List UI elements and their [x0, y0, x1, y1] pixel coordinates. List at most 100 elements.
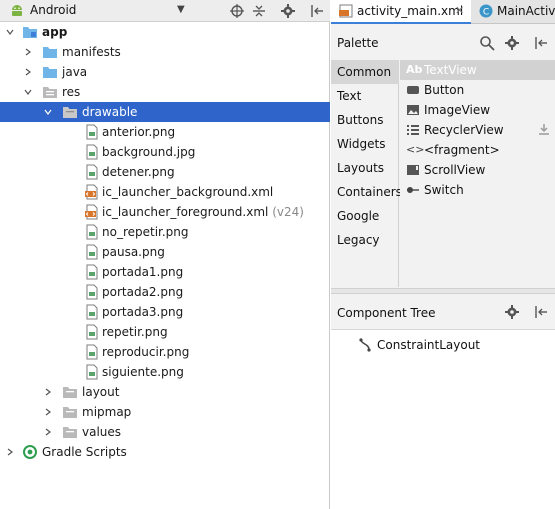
tree-node-drawable[interactable]: drawable: [0, 102, 330, 122]
png-file-icon: [86, 244, 98, 260]
png-file-icon: [86, 264, 98, 280]
component-tree: Component Tree ConstraintLayout: [331, 294, 555, 509]
hide-panel-icon[interactable]: [533, 35, 549, 51]
chevron-right-icon[interactable]: [24, 48, 32, 56]
tree-node-file[interactable]: portada2.png: [0, 282, 330, 302]
tree-node-file[interactable]: no_repetir.png: [0, 222, 330, 242]
palette-item-label: ImageView: [424, 103, 491, 117]
chevron-down-icon[interactable]: [6, 28, 14, 36]
tree-node-file[interactable]: anterior.png: [0, 122, 330, 142]
folder-icon: [63, 427, 77, 438]
tree-node-file[interactable]: siguiente.png: [0, 362, 330, 382]
project-view-selector[interactable]: Android: [30, 3, 76, 17]
module-folder-icon: [23, 27, 37, 38]
tree-label: res: [62, 85, 81, 99]
textview-icon: Ab: [406, 63, 423, 76]
tree-node-java[interactable]: java: [0, 62, 330, 82]
button-icon: [407, 86, 419, 94]
tree-node-file[interactable]: detener.png: [0, 162, 330, 182]
category-label: Text: [337, 89, 362, 103]
folder-icon: [63, 387, 77, 398]
palette-item-scrollview[interactable]: ScrollView: [400, 160, 555, 180]
chevron-down-icon[interactable]: ▼: [177, 4, 185, 15]
category-label: Common: [337, 65, 392, 79]
tree-node-gradle-scripts[interactable]: Gradle Scripts: [0, 442, 330, 462]
tab-label: MainActiv: [497, 4, 555, 18]
component-tree-title: Component Tree: [337, 306, 436, 320]
palette-item-textview[interactable]: Ab TextView: [400, 60, 555, 80]
gear-icon[interactable]: [505, 304, 521, 320]
palette-item-label: TextView: [424, 63, 477, 77]
tree-node-file[interactable]: repetir.png: [0, 322, 330, 342]
tree-label: layout: [82, 385, 120, 399]
tree-node-file[interactable]: portada1.png: [0, 262, 330, 282]
tree-node-file[interactable]: ic_launcher_background.xml: [0, 182, 330, 202]
folder-icon: [63, 407, 77, 418]
tree-node-mipmap[interactable]: mipmap: [0, 402, 330, 422]
gear-icon[interactable]: [505, 35, 521, 51]
chevron-down-icon[interactable]: [44, 108, 52, 116]
tree-label: ic_launcher_background.xml: [102, 185, 274, 199]
class-icon: C: [479, 4, 493, 18]
tree-label: portada2.png: [102, 285, 184, 299]
tree-label: app: [42, 25, 68, 39]
palette-category[interactable]: Common: [331, 60, 399, 84]
tree-node-file[interactable]: reproducir.png: [0, 342, 330, 362]
palette-category[interactable]: Layouts: [331, 156, 399, 180]
tree-node-layout[interactable]: layout: [0, 382, 330, 402]
png-file-icon: [86, 304, 98, 320]
png-file-icon: [86, 364, 98, 380]
tree-label: siguiente.png: [102, 365, 184, 379]
palette-item-imageview[interactable]: ImageView: [400, 100, 555, 120]
download-icon[interactable]: [538, 123, 550, 135]
palette-category[interactable]: Text: [331, 84, 399, 108]
palette-category[interactable]: Buttons: [331, 108, 399, 132]
chevron-down-icon[interactable]: [24, 88, 32, 96]
folder-icon: [63, 107, 77, 118]
collapse-all-icon[interactable]: [251, 3, 267, 19]
hide-panel-icon[interactable]: [533, 304, 549, 320]
palette-category[interactable]: Legacy: [331, 228, 399, 252]
tree-node-file[interactable]: ic_launcher_foreground.xml (v24): [0, 202, 330, 222]
hide-panel-icon[interactable]: [309, 3, 325, 19]
palette-item-switch[interactable]: Switch: [400, 180, 555, 200]
component-node-root[interactable]: ConstraintLayout: [357, 336, 547, 354]
gear-icon[interactable]: [280, 3, 296, 19]
category-label: Widgets: [337, 137, 386, 151]
scroll-icon: [407, 165, 419, 175]
tree-node-values[interactable]: values: [0, 422, 330, 442]
chevron-right-icon[interactable]: [24, 68, 32, 76]
palette-category[interactable]: Widgets: [331, 132, 399, 156]
chevron-right-icon[interactable]: [6, 448, 14, 456]
chevron-right-icon[interactable]: [44, 388, 52, 396]
xml-file-icon: [85, 184, 98, 200]
category-label: Google: [337, 209, 380, 223]
palette-item-recyclerview[interactable]: RecyclerView: [400, 120, 555, 140]
category-label: Containers: [337, 185, 402, 199]
png-file-icon: [86, 344, 98, 360]
fragment-icon: <>: [406, 143, 425, 156]
image-file-icon: [86, 144, 98, 160]
tree-node-app[interactable]: app: [0, 22, 330, 42]
palette-category[interactable]: Containers: [331, 180, 402, 204]
layout-editor: activity_main.xml ✕ C MainActiv Palette …: [331, 0, 555, 509]
tree-node-file[interactable]: background.jpg: [0, 142, 330, 162]
tree-label: reproducir.png: [102, 345, 190, 359]
image-icon: [407, 105, 419, 115]
chevron-right-icon[interactable]: [44, 428, 52, 436]
close-icon[interactable]: ✕: [455, 4, 464, 17]
palette-item-button[interactable]: Button: [400, 80, 555, 100]
search-icon[interactable]: [479, 35, 495, 51]
tree-node-file[interactable]: pausa.png: [0, 242, 330, 262]
tab-main-activity[interactable]: C MainActiv: [473, 0, 555, 24]
tree-node-res[interactable]: res: [0, 82, 330, 102]
tab-activity-main[interactable]: activity_main.xml ✕: [331, 0, 471, 24]
target-icon[interactable]: [229, 3, 245, 19]
chevron-right-icon[interactable]: [44, 408, 52, 416]
tree-node-file[interactable]: portada3.png: [0, 302, 330, 322]
palette-category[interactable]: Google: [331, 204, 399, 228]
tree-node-manifests[interactable]: manifests: [0, 42, 330, 62]
editor-tabs: activity_main.xml ✕ C MainActiv: [331, 0, 555, 24]
palette-item-fragment[interactable]: <> <fragment>: [400, 140, 555, 160]
png-file-icon: [86, 124, 98, 140]
